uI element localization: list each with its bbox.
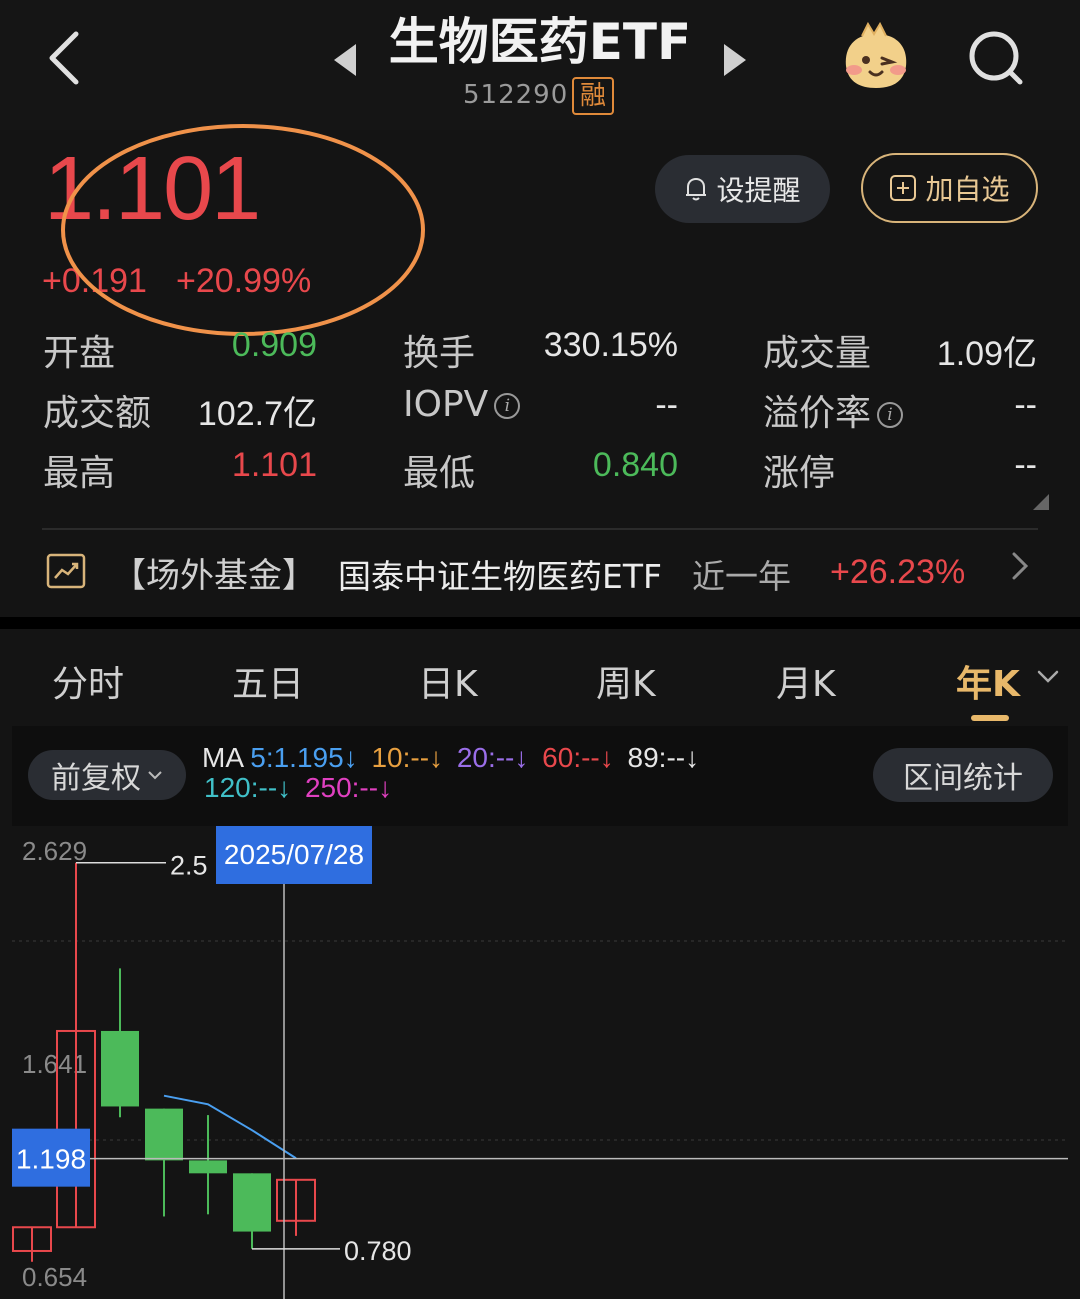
chevron-down-icon	[148, 771, 162, 780]
crosshair-date-label: 2025/07/28	[224, 839, 364, 870]
next-stock-icon[interactable]	[720, 40, 750, 80]
stat-label-high: 最高	[43, 453, 116, 494]
stat-label-low: 最低	[403, 453, 476, 494]
crosshair-price-label: 1.198	[16, 1144, 86, 1175]
info-icon[interactable]: i	[877, 402, 904, 428]
premium-label-text: 溢价率	[763, 393, 872, 434]
ma5-line	[163, 1094, 297, 1160]
tab-weekly-k[interactable]: 周K	[596, 655, 656, 707]
stat-label-open: 开盘	[43, 333, 116, 374]
section-separator	[0, 617, 1080, 629]
active-tab-indicator	[971, 715, 1009, 721]
ma-legend-line-2: 120:--↓ 250:--↓	[204, 772, 398, 804]
stat-value-high: 1.101	[231, 446, 317, 484]
stock-title: 生物医药ETF	[388, 13, 692, 71]
stat-value-turnover: 330.15%	[543, 326, 678, 364]
candle-body	[145, 1108, 183, 1161]
ma-item: 5:1.195↓	[250, 742, 358, 773]
price-adjust-label: 前复权	[51, 761, 141, 796]
stat-value-iopv: --	[655, 386, 678, 424]
annotation-ellipse	[61, 124, 425, 336]
add-watchlist-label: 加自选	[925, 173, 1010, 206]
kline-chart[interactable]: 2.629 1.641 0.654 2.5 0.780 2025/07/28 1.198	[0, 826, 1080, 1299]
stat-value-low: 0.840	[592, 446, 678, 484]
y-axis-label: 1.641	[22, 1049, 87, 1079]
header: 生物医药ETF 512290 融	[0, 0, 1080, 130]
set-alert-button[interactable]: 设提醒	[655, 155, 830, 223]
search-icon[interactable]	[966, 28, 1026, 88]
range-statistics-button[interactable]: 区间统计	[873, 748, 1053, 802]
iopv-label-text: IOPV	[403, 384, 489, 425]
fund-name: 国泰中证生物医药ETF	[338, 557, 662, 596]
info-icon[interactable]: i	[494, 393, 521, 419]
stat-label-turnover: 换手	[403, 333, 476, 374]
ma-item: 20:--↓	[456, 742, 529, 773]
tab-intraday[interactable]: 分时	[52, 655, 124, 707]
high-marker-label: 2.5	[170, 851, 208, 881]
expand-corner-icon[interactable]	[1033, 494, 1049, 510]
ma-legend-line-1: MA 5:1.195↓ 10:--↓ 20:--↓ 60:--↓ 89:--↓	[202, 742, 705, 774]
ma-prefix: MA	[202, 742, 243, 773]
tab-daily-k[interactable]: 日K	[418, 655, 478, 707]
ma-item: 89:--↓	[627, 742, 700, 773]
stat-value-open: 0.909	[231, 326, 317, 364]
stat-value-limit-up: --	[1014, 446, 1037, 484]
tab-monthly-k[interactable]: 月K	[776, 655, 836, 707]
chevron-down-icon[interactable]	[1036, 668, 1060, 686]
price-adjust-dropdown[interactable]: 前复权	[28, 750, 186, 800]
ma-item: 250:--↓	[304, 772, 393, 803]
candle-body	[189, 1160, 227, 1174]
y-axis-label: 2.629	[22, 836, 87, 866]
fund-return: +26.23%	[830, 553, 966, 591]
fund-tag: 【场外基金】	[112, 556, 316, 596]
candle-body	[101, 1030, 139, 1107]
stat-value-volume: 1.09亿	[936, 335, 1037, 373]
ma-item: 120:--↓	[204, 772, 292, 803]
plus-square-icon	[890, 175, 917, 201]
chevron-right-icon[interactable]	[1010, 550, 1030, 582]
stat-label-volume: 成交量	[763, 333, 872, 374]
stat-value-amount: 102.7亿	[197, 395, 317, 433]
tab-five-day[interactable]: 五日	[232, 655, 304, 707]
stat-label-premium: 溢价率 i	[763, 384, 904, 436]
fund-period: 近一年	[692, 557, 791, 596]
tab-yearly-k[interactable]: 年K	[956, 655, 1020, 707]
stock-code: 512290	[463, 80, 569, 110]
margin-badge: 融	[572, 77, 614, 115]
low-marker-label: 0.780	[344, 1236, 412, 1266]
bell-icon	[686, 177, 707, 201]
stat-value-premium: --	[1014, 386, 1037, 424]
trend-chart-icon	[46, 553, 86, 589]
stat-label-amount: 成交额	[43, 393, 152, 434]
y-axis-label: 0.654	[22, 1262, 87, 1292]
back-arrow-icon[interactable]	[40, 28, 90, 88]
stat-label-limit-up: 涨停	[763, 453, 836, 494]
set-alert-label: 设提醒	[716, 174, 801, 207]
stat-label-iopv: IOPV i	[403, 384, 521, 425]
mascot-icon[interactable]	[838, 22, 914, 92]
candle-body	[233, 1173, 271, 1232]
ma-item: 10:--↓	[371, 742, 444, 773]
add-watchlist-button[interactable]: 加自选	[861, 153, 1038, 223]
ma-item: 60:--↓	[542, 742, 614, 773]
